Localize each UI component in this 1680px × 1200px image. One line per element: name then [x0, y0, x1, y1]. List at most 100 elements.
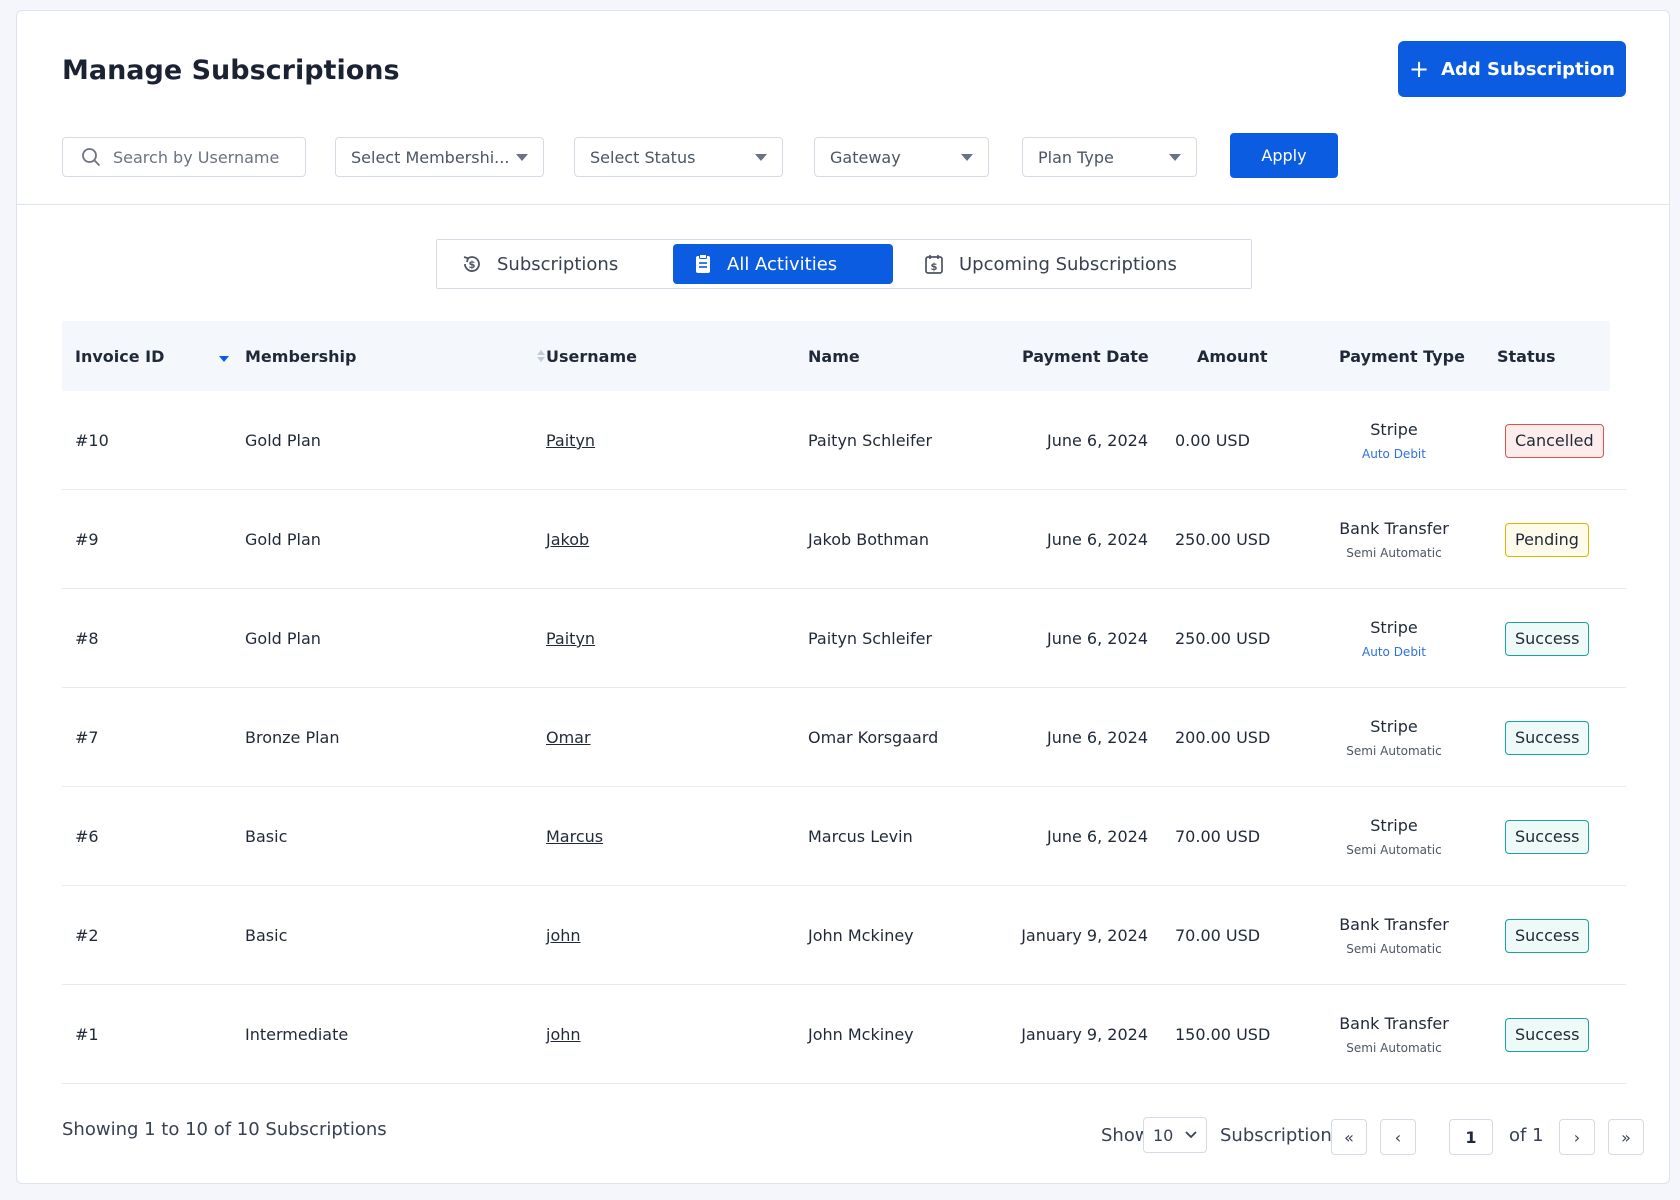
payment-mode-label: Auto Debit [1362, 645, 1426, 659]
page-title: Manage Subscriptions [62, 55, 400, 86]
subscriptions-card: Manage Subscriptions + Add Subscription … [16, 10, 1670, 1184]
username-cell: Paityn [546, 589, 595, 688]
plan-type-select[interactable]: Plan Type [1022, 137, 1197, 177]
payment-type-cell: Stripe Auto Debit [1324, 589, 1464, 688]
view-tabs: $ Subscriptions All Activities $ Upcomin… [436, 239, 1252, 289]
subscriptions-label: Subscriptions [1220, 1124, 1342, 1146]
column-invoice-id[interactable]: Invoice ID [75, 321, 225, 391]
payment-date-cell: January 9, 2024 [1021, 926, 1148, 945]
membership-select[interactable]: Select Membershi... [335, 137, 544, 177]
payment-type-cell: Bank Transfer Semi Automatic [1324, 490, 1464, 589]
name-cell: John Mckiney [808, 926, 914, 945]
column-username[interactable]: Username [546, 321, 746, 391]
status-cell: Success [1505, 787, 1590, 886]
status-badge: Success [1505, 918, 1590, 953]
tab-all-activities[interactable]: All Activities [673, 244, 893, 284]
payment-mode-label: Auto Debit [1362, 447, 1426, 461]
caret-down-icon [961, 153, 973, 161]
gateway-label: Bank Transfer [1339, 519, 1449, 538]
username-cell: Omar [546, 688, 591, 787]
column-payment-type[interactable]: Payment Type [1339, 321, 1469, 391]
column-label: Status [1497, 346, 1556, 366]
table-row: #2 Basic john John Mckiney January 9, 20… [62, 886, 1626, 985]
username-link[interactable]: john [546, 926, 581, 945]
username-cell: Marcus [546, 787, 603, 886]
payment-date-cell: June 6, 2024 [1047, 827, 1148, 846]
amount-cell: 70.00 USD [1175, 926, 1261, 945]
activities-table: Invoice ID Membership Username Name Paym… [62, 321, 1626, 1084]
svg-text:$: $ [469, 260, 476, 271]
username-link[interactable]: Jakob [546, 530, 589, 549]
name-cell: Jakob Bothman [808, 530, 929, 549]
table-row: #6 Basic Marcus Marcus Levin June 6, 202… [62, 787, 1626, 886]
gateway-label: Stripe [1370, 420, 1418, 439]
column-payment-date[interactable]: Payment Date [1022, 321, 1167, 391]
username-cell: Paityn [546, 391, 595, 490]
payment-date-cell: June 6, 2024 [1047, 629, 1148, 648]
table-row: #8 Gold Plan Paityn Paityn Schleifer Jun… [62, 589, 1626, 688]
membership-select-label: Select Membershi... [351, 147, 508, 167]
username-cell: Jakob [546, 490, 589, 589]
membership-cell: Basic [245, 827, 288, 846]
username-link[interactable]: Marcus [546, 827, 603, 846]
column-label: Payment Type [1339, 346, 1465, 366]
invoice-id-cell: #1 [75, 1025, 99, 1044]
sort-desc-icon[interactable] [219, 356, 229, 362]
membership-cell: Gold Plan [245, 530, 321, 549]
amount-cell: 70.00 USD [1175, 827, 1261, 846]
status-select-label: Select Status [590, 147, 696, 167]
page-size-select[interactable]: 10 [1143, 1117, 1207, 1153]
status-cell: Success [1505, 688, 1590, 787]
column-amount[interactable]: Amount [1197, 321, 1317, 391]
svg-text:$: $ [931, 262, 938, 273]
apply-button[interactable]: Apply [1230, 133, 1338, 178]
name-cell: John Mckiney [808, 1025, 914, 1044]
first-page-button[interactable]: « [1331, 1119, 1367, 1155]
gateway-label: Bank Transfer [1339, 1014, 1449, 1033]
status-cell: Success [1505, 985, 1590, 1084]
tab-upcoming-label: Upcoming Subscriptions [959, 253, 1177, 275]
filter-bar: Search by Username Select Membershi... S… [17, 133, 1669, 178]
plan-type-select-label: Plan Type [1038, 147, 1114, 167]
next-page-button[interactable]: › [1559, 1119, 1595, 1155]
invoice-id-cell: #2 [75, 926, 99, 945]
amount-cell: 200.00 USD [1175, 728, 1271, 747]
username-cell: john [546, 886, 581, 985]
username-link[interactable]: john [546, 1025, 581, 1044]
total-pages-label: of 1 [1509, 1124, 1544, 1146]
username-link[interactable]: Omar [546, 728, 591, 747]
tab-subscriptions-label: Subscriptions [497, 253, 619, 275]
column-membership[interactable]: Membership [245, 321, 515, 391]
search-input[interactable]: Search by Username [62, 137, 306, 177]
payment-type-cell: Stripe Semi Automatic [1324, 688, 1464, 787]
status-select[interactable]: Select Status [574, 137, 783, 177]
search-placeholder: Search by Username [113, 147, 280, 167]
prev-page-button[interactable]: ‹ [1380, 1119, 1416, 1155]
table-header: Invoice ID Membership Username Name Paym… [62, 321, 1610, 391]
membership-cell: Basic [245, 926, 288, 945]
chevron-down-icon [1185, 1131, 1197, 1139]
payment-date-cell: June 6, 2024 [1047, 728, 1148, 747]
column-name[interactable]: Name [808, 321, 1008, 391]
name-cell: Paityn Schleifer [808, 431, 933, 450]
sort-icon[interactable] [536, 349, 546, 363]
gateway-select[interactable]: Gateway [814, 137, 989, 177]
username-link[interactable]: Paityn [546, 431, 595, 450]
add-subscription-label: Add Subscription [1441, 58, 1615, 80]
next-page-icon: › [1573, 1127, 1581, 1147]
status-cell: Success [1505, 886, 1590, 985]
payment-mode-label: Semi Automatic [1346, 546, 1442, 560]
column-label: Invoice ID [75, 346, 165, 366]
current-page-input[interactable]: 1 [1449, 1119, 1493, 1155]
gateway-label: Stripe [1370, 618, 1418, 637]
username-link[interactable]: Paityn [546, 629, 595, 648]
payment-date-cell: June 6, 2024 [1047, 530, 1148, 549]
tab-subscriptions[interactable]: $ Subscriptions [441, 244, 673, 284]
tab-upcoming-subscriptions[interactable]: $ Upcoming Subscriptions [903, 244, 1223, 284]
last-page-button[interactable]: » [1608, 1119, 1644, 1155]
add-subscription-button[interactable]: + Add Subscription [1398, 41, 1626, 97]
last-page-icon: » [1621, 1127, 1631, 1147]
column-status[interactable]: Status [1497, 321, 1597, 391]
status-cell: Cancelled [1505, 391, 1604, 490]
name-cell: Marcus Levin [808, 827, 913, 846]
